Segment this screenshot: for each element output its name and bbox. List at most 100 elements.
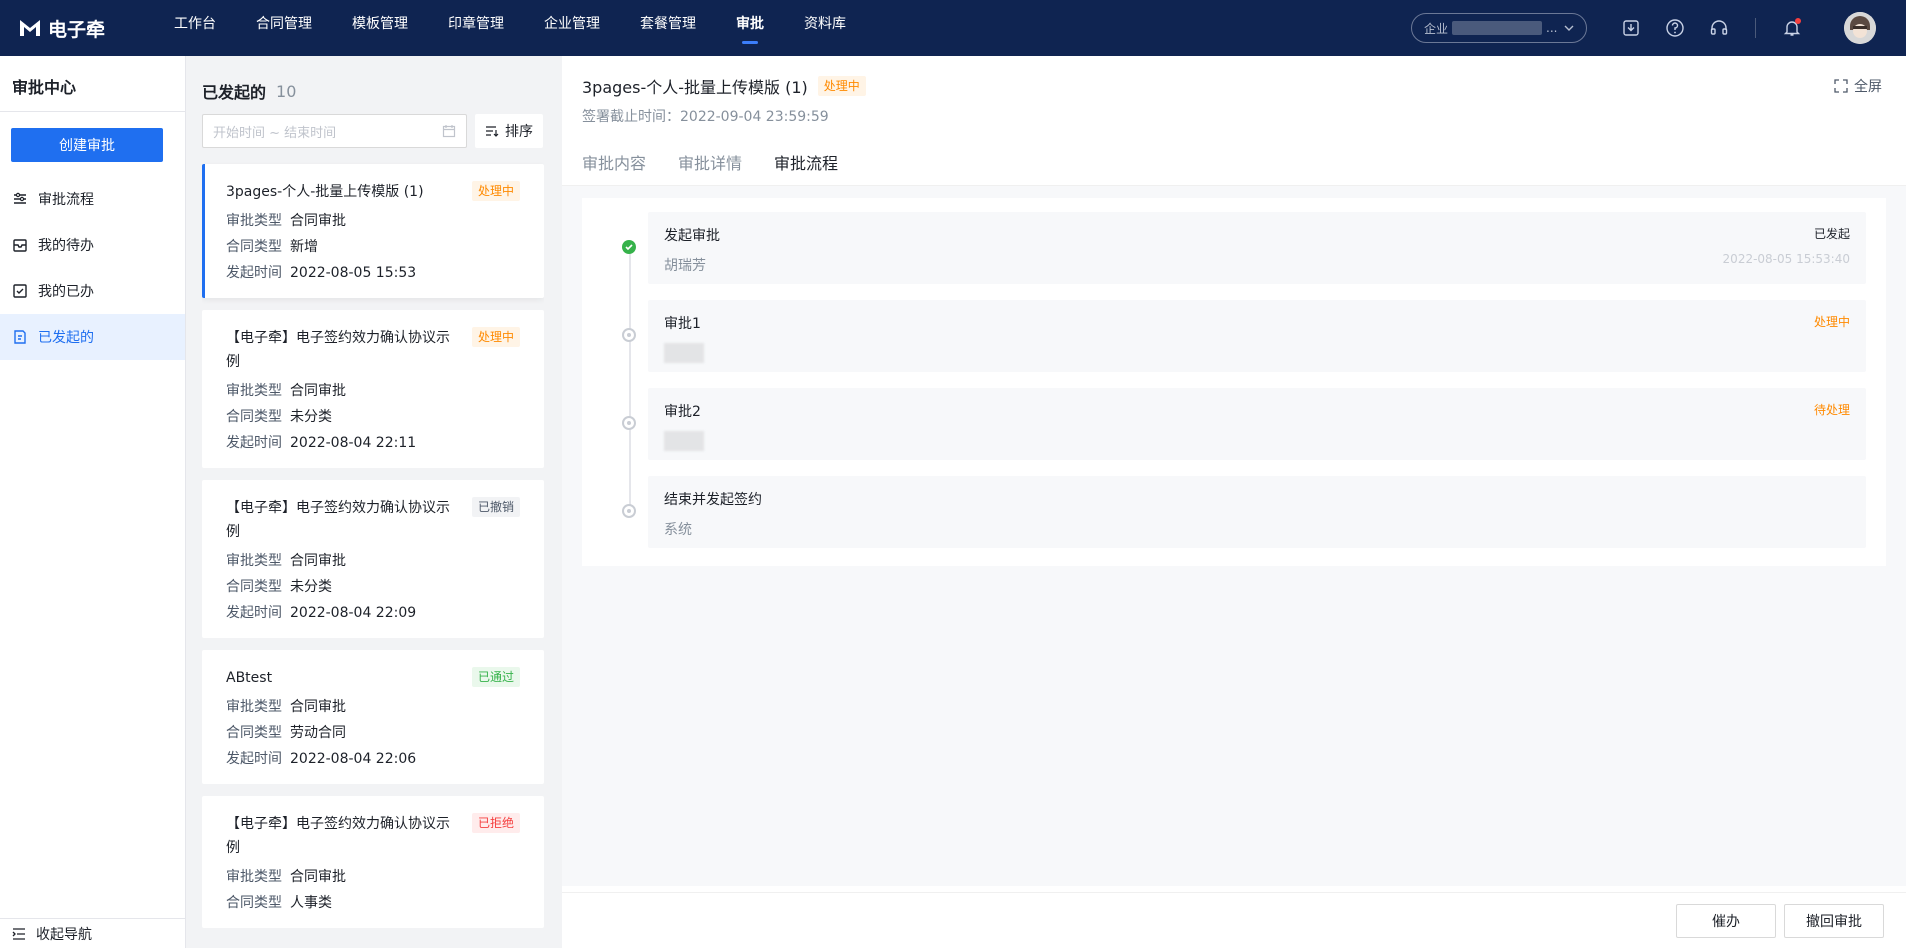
field-label: 发起时间 xyxy=(226,605,282,621)
step-user: 胡瑞芳 xyxy=(664,258,706,274)
field-value: 合同审批 xyxy=(290,213,346,229)
field-value: 新增 xyxy=(290,239,318,255)
document-edit-icon xyxy=(14,330,26,344)
step-status: 待处理 xyxy=(1813,403,1850,417)
field-label: 审批类型 xyxy=(226,213,282,229)
status-badge: 已撤销 xyxy=(471,497,520,517)
field-label: 合同类型 xyxy=(226,579,282,595)
help-icon[interactable] xyxy=(1663,16,1687,40)
inbox-icon xyxy=(13,239,27,252)
nav-item-approval[interactable]: 审批 xyxy=(736,0,764,56)
step-name: 结束并发起签约 xyxy=(664,492,762,508)
step-status: 已发起 xyxy=(1813,227,1850,241)
field-label: 合同类型 xyxy=(226,409,282,425)
sidebar-menu: 审批流程 我的待办 我的已办 已发起的 xyxy=(0,176,185,360)
filter-row: 开始时间 ~ 结束时间 排序 xyxy=(202,114,544,148)
nav-item-plans[interactable]: 套餐管理 xyxy=(640,0,696,56)
sort-label: 排序 xyxy=(505,124,533,140)
card-title: 【电子牵】电子签约效力确认协议示例 xyxy=(226,816,450,856)
tab-approval-details[interactable]: 审批详情 xyxy=(678,150,742,188)
sidebar-item-approval-flow[interactable]: 审批流程 xyxy=(0,176,185,222)
status-badge: 已拒绝 xyxy=(471,813,520,833)
approval-card[interactable]: 【电子牵】电子签约效力确认协议示例 处理中 审批类型 合同审批 合同类型 未分类 发… xyxy=(202,310,544,468)
status-badge: 处理中 xyxy=(817,76,866,96)
flow-step: 审批2 待处理 xyxy=(622,388,1866,460)
list-header: 已发起的 10 xyxy=(202,56,544,112)
nav-item-enterprise[interactable]: 企业管理 xyxy=(544,0,600,56)
expand-icon xyxy=(1834,79,1848,93)
nav-item-seals[interactable]: 印章管理 xyxy=(448,0,504,56)
sort-button[interactable]: 排序 xyxy=(475,114,543,148)
approval-card[interactable]: 【电子牵】电子签约效力确认协议示例 已撤销 审批类型 合同审批 合同类型 未分类 发… xyxy=(202,480,544,638)
step-status: 处理中 xyxy=(1813,315,1850,329)
enterprise-prefix: 企业 xyxy=(1424,21,1449,36)
field-label: 发起时间 xyxy=(226,265,282,281)
app-logo[interactable]: 电子牵 xyxy=(18,15,138,42)
flow-timeline: 发起审批 胡瑞芳 已发起 2022-08-05 15:53:40 审批1 处理中… xyxy=(582,198,1886,566)
status-badge: 处理中 xyxy=(471,327,520,347)
sidebar-item-initiated[interactable]: 已发起的 xyxy=(0,314,185,360)
avatar[interactable] xyxy=(1844,12,1876,44)
field-value: 合同审批 xyxy=(290,869,346,885)
download-icon[interactable] xyxy=(1619,16,1643,40)
headset-icon[interactable] xyxy=(1707,16,1731,40)
approval-card[interactable]: ABtest 已通过 审批类型 合同审批 合同类型 劳动合同 发起时间 2022-08… xyxy=(202,650,544,784)
sidebar-item-my-todo[interactable]: 我的待办 xyxy=(0,222,185,268)
field-label: 审批类型 xyxy=(226,869,282,885)
field-value: 2022-08-05 15:53 xyxy=(290,265,417,281)
step-name: 发起审批 xyxy=(664,228,720,244)
detail-title-row: 3pages-个人-批量上传模版 (1) 处理中 xyxy=(582,74,1886,98)
withdraw-approval-button[interactable]: 撤回审批 xyxy=(1784,903,1884,938)
list-count: 10 xyxy=(276,81,297,101)
enterprise-name-redacted xyxy=(1452,21,1543,35)
fullscreen-button[interactable]: 全屏 xyxy=(1834,76,1882,96)
detail-header: 3pages-个人-批量上传模版 (1) 处理中 签署截止时间：2022-09-… xyxy=(562,56,1906,188)
bell-icon[interactable] xyxy=(1780,16,1804,40)
pending-circle-icon xyxy=(622,416,636,430)
approval-card[interactable]: 3pages-个人-批量上传模版 (1) 处理中 审批类型 合同审批 合同类型 新增… xyxy=(202,164,544,298)
flow-step: 审批1 处理中 xyxy=(622,300,1866,372)
approval-card[interactable]: 【电子牵】电子签约效力确认协议示例 已拒绝 审批类型 合同审批 合同类型 人事类 xyxy=(202,796,544,928)
pending-circle-icon xyxy=(622,504,636,518)
collapse-nav-label: 收起导航 xyxy=(36,926,92,943)
toolbar-divider xyxy=(1755,18,1756,38)
card-field: 发起时间 2022-08-04 22:09 xyxy=(226,604,520,622)
detail-footer: 催办 撤回审批 xyxy=(562,892,1906,948)
approval-card-list: 3pages-个人-批量上传模版 (1) 处理中 审批类型 合同审批 合同类型 新增… xyxy=(202,164,544,928)
date-range-input[interactable]: 开始时间 ~ 结束时间 xyxy=(202,114,467,148)
list-title: 已发起的 xyxy=(202,83,267,102)
date-range-placeholder: 开始时间 ~ 结束时间 xyxy=(213,125,337,141)
nav-item-templates[interactable]: 模板管理 xyxy=(352,0,408,56)
logo-icon xyxy=(20,20,40,36)
nav-item-contracts[interactable]: 合同管理 xyxy=(256,0,312,56)
card-field: 合同类型 劳动合同 xyxy=(226,724,520,742)
detail-title: 3pages-个人-批量上传模版 (1) xyxy=(582,78,808,97)
field-value: 合同审批 xyxy=(290,383,346,399)
collapse-nav-button[interactable]: 收起导航 xyxy=(0,918,185,948)
urge-button[interactable]: 催办 xyxy=(1676,903,1776,938)
enterprise-suffix: ... xyxy=(1546,21,1558,35)
step-user xyxy=(664,343,1850,363)
card-title: 【电子牵】电子签约效力确认协议示例 xyxy=(226,330,450,370)
flow-step: 发起审批 胡瑞芳 已发起 2022-08-05 15:53:40 xyxy=(622,212,1866,284)
tab-approval-content[interactable]: 审批内容 xyxy=(582,150,646,188)
create-approval-button[interactable]: 创建审批 xyxy=(11,128,163,162)
field-value: 2022-08-04 22:11 xyxy=(290,435,417,451)
field-value: 2022-08-04 22:06 xyxy=(290,751,417,767)
nav-item-workbench[interactable]: 工作台 xyxy=(174,0,216,56)
tab-approval-flow[interactable]: 审批流程 xyxy=(774,150,839,188)
card-field: 审批类型 合同审批 xyxy=(226,382,520,400)
field-label: 审批类型 xyxy=(226,699,282,715)
flow-step: 结束并发起签约 系统 xyxy=(622,476,1866,548)
sidebar-item-label: 我的待办 xyxy=(38,238,94,254)
pending-circle-icon xyxy=(622,328,636,342)
enterprise-select[interactable]: 企业 ... xyxy=(1411,13,1587,43)
fullscreen-label: 全屏 xyxy=(1854,79,1882,95)
app-name: 电子牵 xyxy=(48,18,106,41)
sidebar-item-my-done[interactable]: 我的已办 xyxy=(0,268,185,314)
field-label: 合同类型 xyxy=(226,725,282,741)
deadline-label: 签署截止时间： xyxy=(582,109,680,125)
nav-item-library[interactable]: 资料库 xyxy=(804,0,846,56)
field-label: 发起时间 xyxy=(226,435,282,451)
check-circle-icon xyxy=(622,240,636,254)
